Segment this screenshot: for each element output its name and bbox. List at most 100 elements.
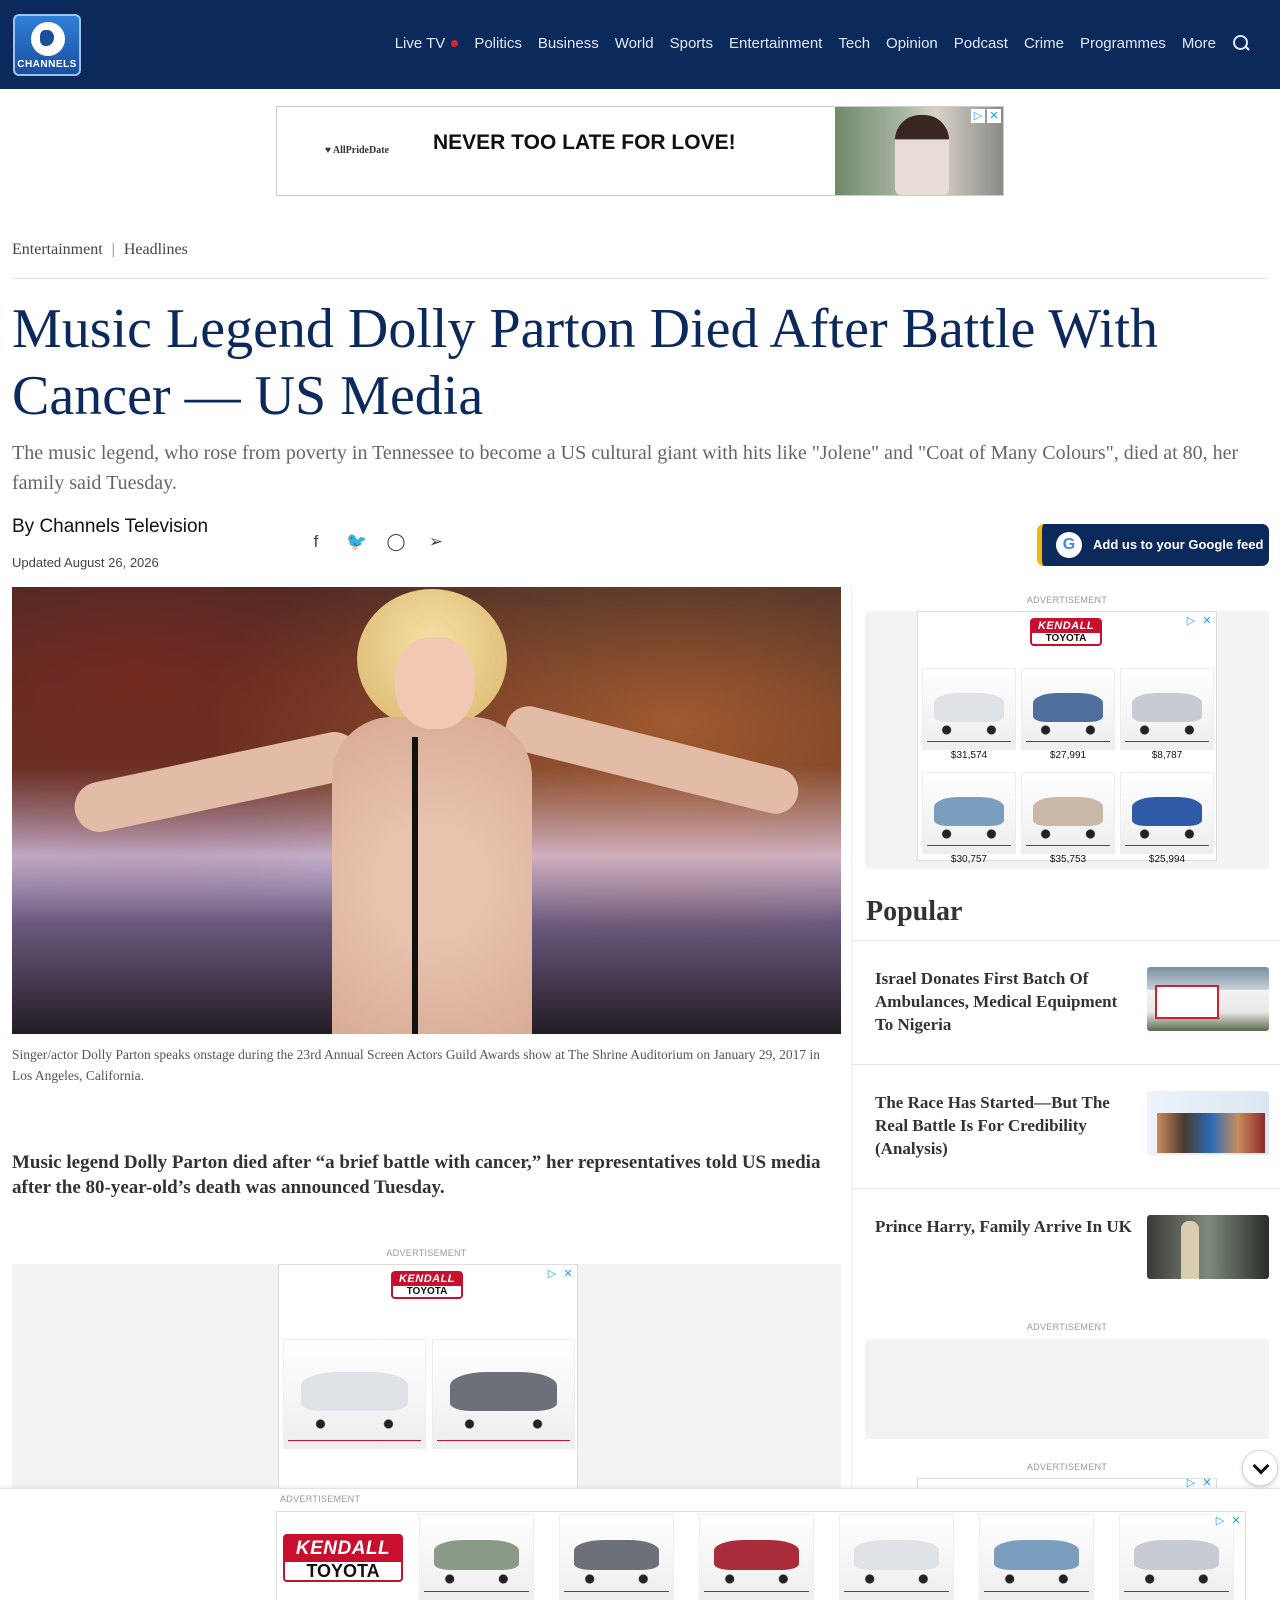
car-thumbnail[interactable] — [432, 1339, 575, 1449]
channels-logo[interactable]: CHANNELS — [13, 14, 81, 76]
car-thumbnail — [1021, 772, 1115, 854]
share-bar: f 🐦 ◯ ➢ — [306, 532, 446, 552]
twitter-icon[interactable]: 🐦 — [346, 532, 367, 552]
sidebar-ad-placeholder — [865, 1339, 1269, 1439]
car-thumbnail — [1021, 668, 1115, 750]
search-icon[interactable] — [1232, 34, 1250, 52]
kendall-toyota-logo: KENDALL TOYOTA — [1030, 618, 1102, 646]
popular-item-title[interactable]: Prince Harry, Family Arrive In UK — [875, 1215, 1135, 1238]
ad-choices[interactable]: ▷ ✕ — [1184, 1478, 1214, 1489]
ad-choices[interactable]: ▷ ✕ — [545, 1267, 575, 1281]
kendall-toyota-logo: KENDALL TOYOTA — [283, 1534, 403, 1582]
globe-icon — [31, 22, 65, 56]
nav-entertainment[interactable]: Entertainment — [729, 35, 822, 52]
facebook-icon[interactable]: f — [306, 532, 326, 552]
car-price: $31,574 — [950, 750, 988, 761]
car-listing[interactable]: $31,574 — [922, 668, 1016, 768]
nav-world[interactable]: World — [615, 35, 654, 52]
close-ad-icon[interactable]: ✕ — [1229, 1514, 1243, 1528]
ad-slogan: NEVER TOO LATE FOR LOVE! — [433, 131, 736, 154]
adchoices-icon[interactable]: ▷ — [1213, 1514, 1227, 1528]
popular-item-title[interactable]: The Race Has Started—But The Real Battle… — [875, 1091, 1135, 1160]
heart-icon: ♥ — [325, 145, 331, 156]
nav-sports[interactable]: Sports — [670, 35, 713, 52]
breadcrumb: Entertainment | Headlines — [12, 241, 188, 259]
nav-opinion[interactable]: Opinion — [886, 35, 938, 52]
live-indicator-icon — [451, 40, 459, 48]
car-thumbnail — [922, 772, 1016, 854]
car-thumbnail — [1120, 668, 1214, 750]
bottom-ad[interactable]: KENDALL TOYOTA ▷ ✕ — [276, 1511, 1246, 1600]
kendall-toyota-logo: KENDALL TOYOTA — [391, 1271, 463, 1299]
article-hero-image — [12, 587, 841, 1034]
ad-label: ADVERTISEMENT — [1026, 1322, 1108, 1332]
car-thumbnail[interactable] — [559, 1514, 674, 1600]
car-listing[interactable]: $8,787 — [1120, 668, 1214, 768]
inline-ad[interactable]: KENDALL TOYOTA ▷ ✕ — [278, 1264, 578, 1490]
google-feed-label: Add us to your Google feed — [1093, 537, 1264, 552]
nav-programmes[interactable]: Programmes — [1080, 35, 1166, 52]
nav-politics[interactable]: Politics — [474, 35, 522, 52]
ad-choices[interactable]: ▷ ✕ — [971, 109, 1001, 123]
popular-item-thumbnail[interactable] — [1147, 1091, 1269, 1155]
close-ad-icon[interactable]: ✕ — [987, 109, 1001, 123]
nav-podcast[interactable]: Podcast — [954, 35, 1008, 52]
car-thumbnail[interactable] — [283, 1339, 426, 1449]
car-thumbnail[interactable] — [979, 1514, 1094, 1600]
divider — [852, 1188, 1280, 1189]
adchoices-icon[interactable]: ▷ — [1184, 1478, 1198, 1489]
ad-choices[interactable]: ▷ ✕ — [1213, 1514, 1243, 1528]
nav-tech[interactable]: Tech — [838, 35, 870, 52]
image-caption: Singer/actor Dolly Parton speaks onstage… — [12, 1047, 821, 1083]
car-price: $8,787 — [1151, 750, 1183, 761]
close-ad-icon[interactable]: ✕ — [1200, 1478, 1214, 1489]
google-feed-button[interactable]: G Add us to your Google feed — [1037, 524, 1269, 566]
popular-item-thumbnail[interactable] — [1147, 1215, 1269, 1279]
car-listing[interactable]: $35,753 — [1021, 772, 1115, 872]
car-listing[interactable]: $30,757 — [922, 772, 1016, 872]
car-thumbnail[interactable] — [419, 1514, 534, 1600]
car-listing[interactable]: $25,994 — [1120, 772, 1214, 872]
ad-label: ADVERTISEMENT — [1026, 595, 1108, 605]
article-byline[interactable]: By Channels Television — [12, 516, 208, 538]
car-price: $30,757 — [950, 854, 988, 865]
breadcrumb-entertainment[interactable]: Entertainment — [12, 241, 103, 258]
nav-more[interactable]: More — [1182, 35, 1216, 52]
main-nav: Live TV Politics Business World Sports E… — [395, 34, 1250, 52]
nav-crime[interactable]: Crime — [1024, 35, 1064, 52]
car-price: $25,994 — [1148, 854, 1186, 865]
close-ad-icon[interactable]: ✕ — [561, 1267, 575, 1281]
car-thumbnail — [1120, 772, 1214, 854]
ad-label: ADVERTISEMENT — [1026, 1462, 1108, 1472]
sidebar-ad[interactable]: KENDALL TOYOTA ▷ ✕ $31,574 $27,991 $8,78… — [917, 611, 1217, 865]
divider — [852, 940, 1280, 941]
ad-label: ADVERTISEMENT — [386, 1248, 467, 1258]
ad-choices[interactable]: ▷ ✕ — [1184, 614, 1214, 628]
adchoices-icon[interactable]: ▷ — [545, 1267, 559, 1281]
article-headline: Music Legend Dolly Parton Died After Bat… — [12, 298, 1159, 427]
nav-live-tv[interactable]: Live TV — [395, 35, 459, 52]
site-header: CHANNELS Live TV Politics Business World… — [0, 0, 1280, 89]
car-listing[interactable]: $27,991 — [1021, 668, 1115, 768]
sidebar-divider — [851, 587, 852, 1487]
breadcrumb-headlines[interactable]: Headlines — [124, 241, 188, 258]
sidebar-ad[interactable]: ▷ ✕ — [917, 1478, 1217, 1489]
car-thumbnail — [922, 668, 1016, 750]
car-thumbnail[interactable] — [699, 1514, 814, 1600]
popular-heading: Popular — [866, 896, 963, 927]
adchoices-icon[interactable]: ▷ — [971, 109, 985, 123]
telegram-icon[interactable]: ➢ — [426, 532, 446, 552]
popular-item-title[interactable]: Israel Donates First Batch Of Ambulances… — [875, 967, 1135, 1036]
popular-item-thumbnail[interactable] — [1147, 967, 1269, 1031]
ad-label: ADVERTISEMENT — [280, 1494, 361, 1504]
logo-text: CHANNELS — [17, 59, 77, 70]
car-thumbnail[interactable] — [839, 1514, 954, 1600]
close-ad-icon[interactable]: ✕ — [1200, 614, 1214, 628]
top-banner-ad[interactable]: ♥ AllPrideDate NEVER TOO LATE FOR LOVE! … — [276, 106, 1004, 196]
whatsapp-icon[interactable]: ◯ — [386, 532, 406, 552]
article-standfirst: The music legend, who rose from poverty … — [12, 442, 1239, 494]
car-price: $35,753 — [1049, 854, 1087, 865]
nav-business[interactable]: Business — [538, 35, 599, 52]
adchoices-icon[interactable]: ▷ — [1184, 614, 1198, 628]
chevron-down-icon[interactable] — [1242, 1450, 1278, 1486]
